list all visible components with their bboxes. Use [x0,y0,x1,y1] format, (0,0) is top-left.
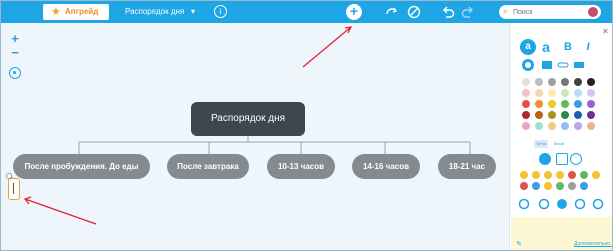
info-icon[interactable]: i [214,5,227,18]
reconnect-icon[interactable] [385,6,398,18]
color-swatch[interactable] [587,78,595,86]
node-icon-option[interactable] [580,171,588,179]
color-swatch[interactable] [548,111,556,119]
font-size-button[interactable]: a [538,39,554,55]
node-icon-option[interactable] [580,182,588,190]
color-swatch[interactable] [548,122,556,130]
pencil-icon[interactable]: ✎ [516,237,522,250]
upgrade-button[interactable]: ★ Апгрейд [43,4,109,20]
no-style-icon[interactable] [407,5,421,19]
color-swatch[interactable] [548,89,556,97]
node-icon-option[interactable] [568,171,576,179]
shape-icon[interactable] [521,58,535,72]
star-icon: ★ [51,6,61,18]
redo-icon[interactable] [461,5,475,19]
search-icon: ⌕ [503,7,508,16]
node-icon-option[interactable] [532,171,540,179]
child-node-14-16[interactable]: 14-16 часов [352,154,420,179]
color-swatch[interactable] [522,78,530,86]
connection-style-icon[interactable] [538,198,550,210]
connection-style-icon[interactable] [557,199,567,209]
node-icon-option[interactable] [592,171,600,179]
color-swatch[interactable] [574,100,582,108]
connection-style-icon[interactable] [592,198,604,210]
color-swatch[interactable] [535,111,543,119]
color-swatch[interactable] [535,122,543,130]
new-node-input[interactable] [8,178,20,200]
node-shape-oval[interactable] [570,153,582,165]
color-swatch[interactable] [587,111,595,119]
video-icon[interactable] [573,60,585,70]
color-swatch[interactable] [587,100,595,108]
format-panel: ✕ a a B I Tema Mood ✎ Дополнительно... [509,23,612,250]
note-footer: ✎ Дополнительно... [510,237,612,250]
color-swatch[interactable] [587,89,595,97]
color-swatch[interactable] [548,100,556,108]
connector-lines [9,26,471,225]
color-swatch[interactable] [535,89,543,97]
mindmap-canvas[interactable]: + − Распорядок дня После пробуждения. До… [1,23,509,250]
image-icon[interactable] [541,60,553,70]
more-link[interactable]: Дополнительно... [574,237,612,250]
bold-button[interactable]: B [560,39,576,55]
chevron-down-icon[interactable]: ▾ [191,1,195,23]
child-node-10-13[interactable]: 10-13 часов [267,154,335,179]
color-swatch[interactable] [535,100,543,108]
color-swatch[interactable] [522,111,530,119]
connection-style-row [518,198,604,210]
tab-mood[interactable]: Mood [552,140,566,148]
italic-button[interactable]: I [580,39,596,55]
app-window: ★ Апгрейд Распорядок дня ▾ i + ⌕ Поиск +… [0,0,613,251]
node-shape-round[interactable] [539,153,551,165]
color-swatch[interactable] [574,111,582,119]
map-title[interactable]: Распорядок дня [125,1,184,23]
color-swatch[interactable] [522,122,530,130]
close-icon[interactable]: ✕ [602,27,609,36]
tab-theme[interactable]: Tema [534,140,548,148]
child-node-breakfast[interactable]: После завтрака [167,154,249,179]
color-swatch[interactable] [574,78,582,86]
color-swatch[interactable] [548,78,556,86]
color-swatch[interactable] [561,100,569,108]
top-toolbar: ★ Апгрейд Распорядок дня ▾ i + ⌕ [1,1,612,23]
child-node-18-21[interactable]: 18-21 час [438,154,496,179]
root-node[interactable]: Распорядок дня [191,102,305,136]
avatar[interactable] [587,6,599,18]
add-node-button[interactable]: + [346,4,362,20]
color-swatch[interactable] [535,78,543,86]
node-icon-option[interactable] [568,182,576,190]
color-swatch[interactable] [561,78,569,86]
undo-icon[interactable] [441,5,455,19]
color-swatch[interactable] [574,89,582,97]
connection-style-icon[interactable] [518,198,530,210]
node-icon-option[interactable] [556,182,564,190]
link-icon[interactable] [557,60,569,70]
color-swatch[interactable] [522,89,530,97]
color-swatch[interactable] [561,111,569,119]
color-swatch[interactable] [574,122,582,130]
color-swatch[interactable] [587,122,595,130]
upgrade-label: Апгрейд [65,7,99,16]
connection-style-icon[interactable] [574,198,586,210]
search-box[interactable]: ⌕ [499,5,601,19]
search-input[interactable] [513,6,583,18]
node-icon-option[interactable] [544,182,552,190]
node-icon-option[interactable] [544,171,552,179]
node-icon-option[interactable] [556,171,564,179]
node-shape-rect[interactable] [556,153,568,165]
node-icon-option[interactable] [532,182,540,190]
color-swatch[interactable] [522,100,530,108]
node-icon-option[interactable] [520,171,528,179]
color-swatch[interactable] [561,122,569,130]
node-icon-option[interactable] [520,182,528,190]
color-swatch[interactable] [561,89,569,97]
font-style-button[interactable]: a [520,39,536,55]
child-node-wakeup[interactable]: После пробуждения. До еды [13,154,150,179]
